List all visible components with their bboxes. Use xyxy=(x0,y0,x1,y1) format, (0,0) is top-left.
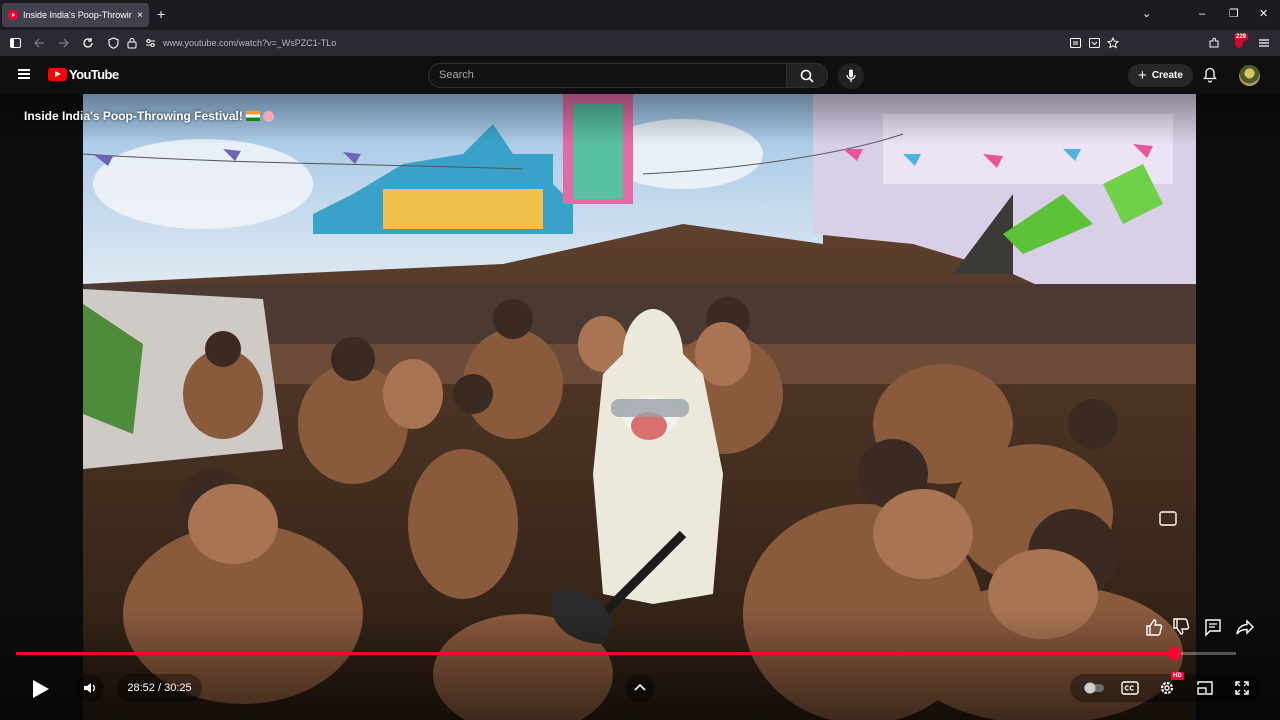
reader-view-icon[interactable] xyxy=(1070,38,1081,48)
list-all-tabs-button[interactable]: ⌄ xyxy=(1142,8,1151,20)
create-button[interactable]: + Create xyxy=(1128,64,1193,87)
mic-icon xyxy=(846,69,856,82)
bottom-gradient xyxy=(0,610,1280,720)
browser-toolbar: www.youtube.com/watch?v=_WsPZC1-TLo xyxy=(0,30,1280,56)
india-flag-icon xyxy=(245,111,260,121)
permissions-icon[interactable] xyxy=(145,38,156,48)
hamburger-icon[interactable] xyxy=(18,69,30,79)
dislike-icon[interactable] xyxy=(1169,616,1193,638)
back-icon[interactable] xyxy=(34,38,45,48)
chevron-up-button[interactable] xyxy=(626,674,654,702)
extensions-icon[interactable] xyxy=(1208,37,1220,49)
bookmark-star-icon[interactable] xyxy=(1107,37,1119,49)
youtube-logo-icon[interactable] xyxy=(48,68,67,81)
search-icon xyxy=(800,69,814,83)
voice-search-button[interactable] xyxy=(838,63,864,89)
pig-face-icon xyxy=(262,111,274,122)
volume-icon xyxy=(84,683,95,693)
url-bar[interactable]: www.youtube.com/watch?v=_WsPZC1-TLo xyxy=(163,38,336,48)
reload-icon[interactable] xyxy=(82,37,94,49)
progress-scrubber-handle[interactable] xyxy=(1167,647,1181,660)
video-title-text: Inside India's Poop-Throwing Festival! xyxy=(24,109,243,123)
browser-tab[interactable]: Inside India's Poop-Throwing F × xyxy=(2,3,149,27)
extension-badge: 229 xyxy=(1234,33,1249,41)
fullscreen-icon[interactable] xyxy=(1235,681,1249,695)
captions-icon[interactable] xyxy=(1121,681,1139,695)
time-display: 28:52 / 30:25 xyxy=(117,674,202,702)
restore-button[interactable]: ❐ xyxy=(1229,8,1239,20)
progress-played xyxy=(16,652,1174,655)
autoplay-toggle-icon[interactable] xyxy=(1083,681,1105,695)
comments-icon[interactable] xyxy=(1201,616,1225,638)
bell-icon[interactable] xyxy=(1203,67,1217,83)
play-icon[interactable] xyxy=(33,680,49,698)
chevron-up-icon xyxy=(634,683,646,691)
share-icon[interactable] xyxy=(1233,616,1257,638)
avatar[interactable] xyxy=(1239,65,1260,86)
search-button[interactable] xyxy=(786,63,828,88)
volume-button[interactable] xyxy=(76,674,104,702)
youtube-favicon-icon xyxy=(8,10,18,20)
search-placeholder: Search xyxy=(439,69,474,81)
close-window-button[interactable]: ✕ xyxy=(1259,8,1268,20)
progress-bar[interactable] xyxy=(16,647,1236,660)
plus-icon: + xyxy=(1138,66,1147,84)
hd-badge: HD xyxy=(1171,672,1184,680)
settings-gear-icon[interactable] xyxy=(1159,680,1175,696)
youtube-logo-text[interactable]: YouTube xyxy=(69,67,119,82)
like-icon[interactable] xyxy=(1142,616,1166,638)
new-tab-button[interactable]: + xyxy=(157,7,165,21)
save-to-pocket-icon[interactable] xyxy=(1089,38,1100,48)
tab-close-button[interactable]: × xyxy=(137,10,143,21)
create-label: Create xyxy=(1151,70,1183,81)
sidebar-icon[interactable] xyxy=(10,38,21,48)
lock-icon[interactable] xyxy=(127,37,137,49)
video-title[interactable]: Inside India's Poop-Throwing Festival! xyxy=(24,109,274,123)
shield-icon[interactable] xyxy=(108,37,119,49)
forward-icon[interactable] xyxy=(58,38,69,48)
minimize-button[interactable]: – xyxy=(1199,8,1205,20)
search-input[interactable] xyxy=(428,63,786,88)
tab-title: Inside India's Poop-Throwing F xyxy=(23,10,133,20)
video-player[interactable]: Inside India's Poop-Throwing Festival! 2… xyxy=(0,94,1280,720)
miniplayer-icon[interactable] xyxy=(1197,681,1213,695)
menu-icon[interactable] xyxy=(1259,38,1269,48)
browser-tab-bar: Inside India's Poop-Throwing F × + ⌄ – ❐… xyxy=(0,0,1280,30)
